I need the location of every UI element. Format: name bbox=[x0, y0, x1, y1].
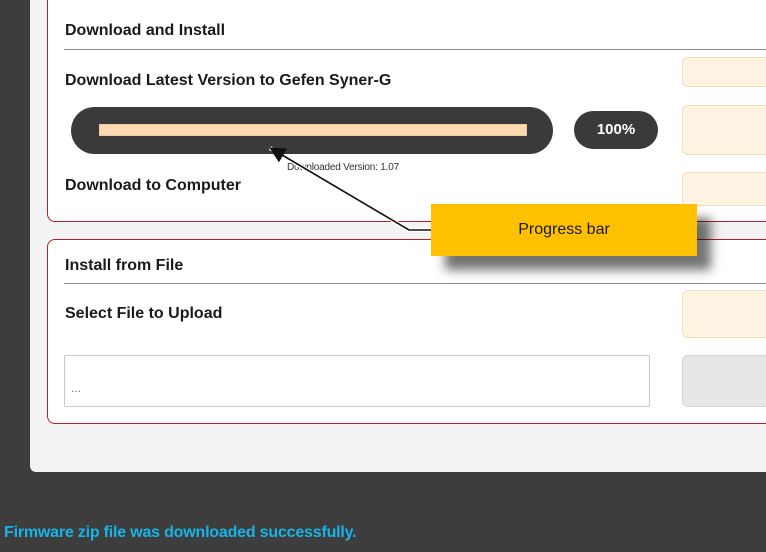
progress-bar bbox=[71, 107, 553, 154]
download-latest-label: Download Latest Version to Gefen Syner-G bbox=[65, 72, 392, 89]
section-divider bbox=[64, 49, 766, 50]
download-to-computer-button[interactable] bbox=[682, 172, 766, 206]
file-path-input[interactable]: ... bbox=[64, 355, 650, 407]
progress-fill bbox=[99, 124, 527, 136]
section-divider bbox=[64, 283, 766, 284]
status-message: Firmware zip file was downloaded success… bbox=[4, 524, 357, 541]
install-from-file-title: Install from File bbox=[65, 257, 184, 274]
upload-button[interactable] bbox=[682, 355, 766, 407]
select-file-label: Select File to Upload bbox=[65, 305, 223, 322]
progress-track-inner bbox=[99, 124, 527, 136]
progress-bar-callout: Progress bar bbox=[431, 204, 697, 256]
download-to-computer-label: Download to Computer bbox=[65, 177, 241, 194]
downloaded-version-text: Downloaded Version: 1.07 bbox=[287, 162, 399, 173]
select-file-button[interactable] bbox=[682, 290, 766, 338]
progress-percent-badge: 100% bbox=[574, 111, 658, 149]
install-button[interactable] bbox=[682, 105, 766, 155]
download-latest-button[interactable] bbox=[682, 57, 766, 87]
download-install-title: Download and Install bbox=[65, 22, 226, 39]
